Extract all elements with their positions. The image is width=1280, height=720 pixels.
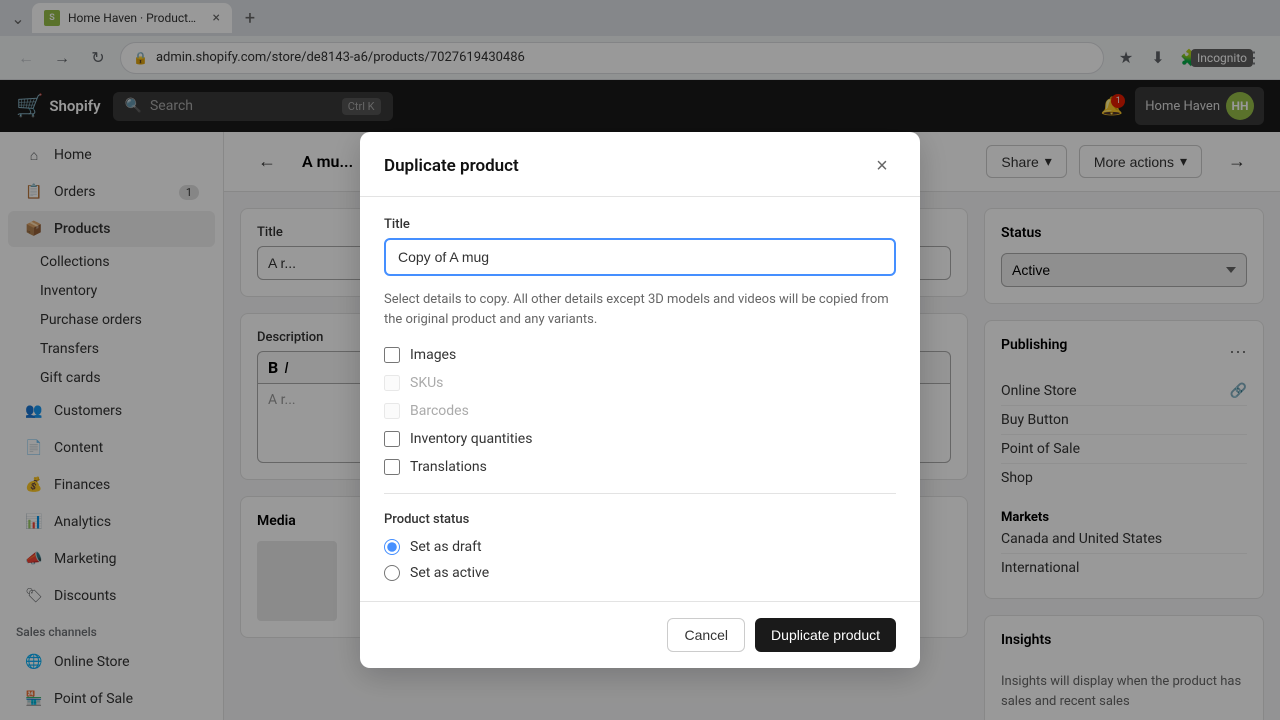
checkbox-group: Images SKUs Barcodes Inventory quantitie… <box>384 347 896 475</box>
modal-hint: Select details to copy. All other detail… <box>384 290 896 329</box>
modal-footer: Cancel Duplicate product <box>360 601 920 668</box>
product-status-label: Product status <box>384 512 896 527</box>
modal-title: Duplicate product <box>384 156 519 176</box>
barcodes-checkbox[interactable] <box>384 403 400 419</box>
checkbox-translations[interactable]: Translations <box>384 459 896 475</box>
inventory-quantities-checkbox[interactable] <box>384 431 400 447</box>
radio-set-as-active[interactable]: Set as active <box>384 565 896 581</box>
modal-body: Title Select details to copy. All other … <box>360 197 920 601</box>
checkbox-barcodes[interactable]: Barcodes <box>384 403 896 419</box>
radio-group: Set as draft Set as active <box>384 539 896 581</box>
barcodes-label: Barcodes <box>410 403 469 419</box>
active-radio[interactable] <box>384 565 400 581</box>
modal-title-input[interactable] <box>384 238 896 276</box>
active-label: Set as active <box>410 565 489 581</box>
modal-header: Duplicate product × <box>360 132 920 197</box>
title-field-label-modal: Title <box>384 217 896 232</box>
skus-label: SKUs <box>410 375 443 391</box>
images-checkbox[interactable] <box>384 347 400 363</box>
checkbox-images[interactable]: Images <box>384 347 896 363</box>
draft-label: Set as draft <box>410 539 482 555</box>
draft-radio[interactable] <box>384 539 400 555</box>
cancel-button[interactable]: Cancel <box>667 618 745 652</box>
checkbox-skus[interactable]: SKUs <box>384 375 896 391</box>
section-divider <box>384 493 896 494</box>
inventory-quantities-label: Inventory quantities <box>410 431 532 447</box>
product-status-section: Product status Set as draft Set as activ… <box>384 512 896 581</box>
radio-set-as-draft[interactable]: Set as draft <box>384 539 896 555</box>
images-label: Images <box>410 347 456 363</box>
skus-checkbox[interactable] <box>384 375 400 391</box>
duplicate-product-button[interactable]: Duplicate product <box>755 618 896 652</box>
translations-checkbox[interactable] <box>384 459 400 475</box>
duplicate-product-modal: Duplicate product × Title Select details… <box>360 132 920 668</box>
modal-overlay[interactable]: Duplicate product × Title Select details… <box>0 0 1280 720</box>
modal-close-btn[interactable]: × <box>868 152 896 180</box>
translations-label: Translations <box>410 459 487 475</box>
checkbox-inventory-quantities[interactable]: Inventory quantities <box>384 431 896 447</box>
